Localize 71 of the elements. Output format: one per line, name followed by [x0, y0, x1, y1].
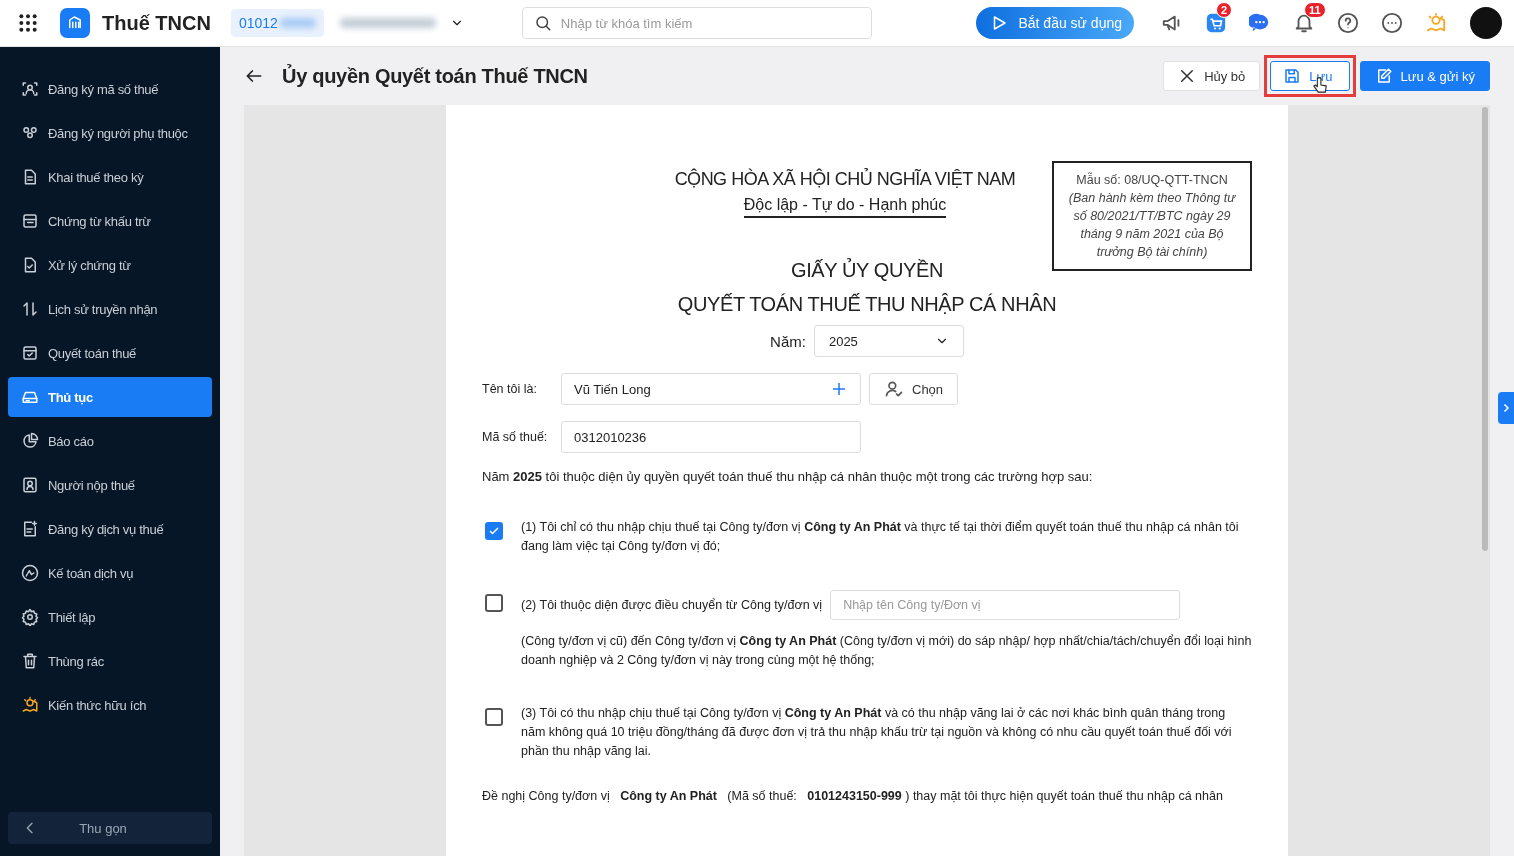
option-text: (2) Tôi thuộc diện được điều chuyển từ Công ty/đơn vị — [521, 596, 823, 614]
national-title: CỘNG HÒA XÃ HỘI CHỦ NGHĨA VIỆT NAM — [673, 169, 1017, 190]
bell-icon[interactable] — [1293, 12, 1315, 34]
document-list-icon — [21, 212, 39, 230]
trash-icon — [21, 652, 39, 670]
sidebar-item[interactable]: Người nộp thuế — [8, 465, 212, 505]
sidebar-item[interactable]: Quyết toán thuế — [8, 333, 212, 373]
field-label: Tên tôi là: — [482, 382, 538, 396]
person-card-icon — [21, 476, 39, 494]
search-icon — [533, 14, 552, 32]
lightbulb-book-icon — [21, 696, 39, 714]
collapse-button[interactable]: Thu gọn — [8, 812, 212, 844]
choose-button[interactable]: Chọn — [869, 373, 959, 405]
panel-toggle-button[interactable] — [1498, 392, 1514, 424]
sidebar-item[interactable]: Lịch sử truyền nhận — [8, 289, 212, 329]
more-icon[interactable] — [1381, 12, 1403, 34]
sidebar-item[interactable]: Kế toán dịch vụ — [8, 553, 212, 593]
calendar-check-icon — [21, 344, 39, 362]
company-field[interactable]: Nhập tên Công ty/Đơn vị — [830, 590, 1181, 620]
motto: Độc lập - Tự do - Hạnh phúc — [743, 196, 947, 218]
sidebar-item[interactable]: Báo cáo — [8, 421, 212, 461]
name-field[interactable]: Vũ Tiến Long — [561, 373, 861, 405]
year-label: Năm: — [770, 332, 806, 350]
form-note: (Ban hành kèm theo Thông tư số 80/2021/TT/BTC ngày 29 tháng 9 năm 2021 của Bộ trưởng Bộ tài chính) — [1067, 190, 1237, 261]
plus-icon[interactable] — [830, 380, 848, 398]
blurred-text-placeholder — [279, 18, 316, 28]
checkbox[interactable] — [485, 522, 503, 540]
sidebar-item[interactable]: Đăng ký dịch vụ thuế — [8, 509, 212, 549]
sidebar-item[interactable]: Thùng rác — [8, 641, 212, 681]
circle-chart-icon — [21, 564, 39, 582]
start-button[interactable]: Bắt đầu sử dụng — [976, 7, 1134, 39]
checkbox[interactable] — [485, 594, 503, 612]
intro-text: Năm 2025 tôi thuộc diện ủy quyền quyết toán thuế thu nhập cá nhân thuộc một trong các trường hợp sau: — [482, 469, 1094, 484]
sidebar-item[interactable]: Thủ tục — [8, 377, 212, 417]
sidebar-item[interactable]: Đăng ký mã số thuế — [8, 69, 212, 109]
sidebar-item[interactable]: Thiết lập — [8, 597, 212, 637]
person-scan-icon — [21, 80, 39, 98]
cancel-button[interactable]: Hủy bỏ — [1163, 61, 1261, 91]
sidebar-item[interactable]: Chứng từ khấu trừ — [8, 201, 212, 241]
page-title: Ủy quyền Quyết toán Thuế TNCN — [282, 64, 589, 88]
up-down-arrows-icon — [21, 300, 39, 318]
checkmark-icon — [488, 525, 500, 537]
year-select[interactable]: 2025 — [813, 325, 964, 357]
search-field[interactable]: Nhập từ khóa tìm kiếm — [521, 7, 872, 39]
count-badge: 11 — [1304, 2, 1326, 18]
primary-button[interactable]: Lưu & gửi ký — [1359, 61, 1490, 91]
form-code: Mẫu số: 08/UQ-QTT-TNCN — [1075, 171, 1229, 189]
help-icon[interactable] — [1337, 12, 1359, 34]
sidebar-item[interactable]: Kiến thức hữu ích — [8, 685, 212, 725]
sidebar-item[interactable]: Khai thuế theo kỳ — [8, 157, 212, 197]
field-label: Mã số thuế: — [482, 430, 549, 444]
request-text: Đề nghị Công ty/đơn vị Công ty An Phát (Mã số thuế: 0101243150-999 ) thay mặt tôi thực hiện quyết toán thuế thu nhập cá nhân — [482, 789, 1224, 803]
option-text: (1) Tôi chỉ có thu nhập chịu thuế tại Công ty/đơn vị Công ty An Phát và thực tế tại thời điểm quyết toán thuế thu nhập cá nhân tôi đang làm việc tại Công ty/đơn vị đó; — [521, 519, 1240, 555]
count-badge: 2 — [1216, 2, 1233, 18]
checkbox[interactable] — [485, 708, 503, 726]
app-title: Thuế TNCN — [102, 11, 211, 35]
document-title: QUYẾT TOÁN THUẾ THU NHẬP CÁ NHÂN — [676, 292, 1058, 317]
person-check-icon — [884, 379, 904, 399]
cart-icon[interactable] — [1205, 12, 1227, 34]
chat-bubble-icon[interactable] — [1249, 12, 1271, 34]
sidebar-item[interactable]: Đăng ký người phụ thuộc — [8, 113, 212, 153]
pie-chart-icon — [21, 432, 39, 450]
option-text: (3) Tôi có thu nhập chịu thuế tại Công ty/đơn vị Công ty An Phát và có thu nhập vãng lai ở các nơi khác bình quân tháng trong năm không quá 10 triệu đồng/tháng đã được đơn vị trả thu nhập khấu trừ tại nguồn và không có nhu cầu quyết toán thuế đối với phần thu nhập vãng lai. — [521, 705, 1233, 760]
sidebar-item[interactable]: Xử lý chứng từ — [8, 245, 212, 285]
avatar[interactable] — [1470, 7, 1502, 39]
scrollbar[interactable] — [1482, 107, 1488, 551]
document-plus-icon — [21, 520, 39, 538]
grid-menu-icon[interactable] — [18, 13, 38, 33]
settings-icon — [21, 608, 39, 626]
tax-code-field[interactable]: 0312010236 — [561, 421, 861, 453]
option-text: (Công ty/đơn vị cũ) đến Công ty/đơn vị Công ty An Phát (Công ty/đơn vị mới) do sáp nhập/ hợp nhất/chia/tách/chuyển đổi loại hình doanh nghiệp và 2 Công ty/đơn vị này trong cùng một hệ thống; — [521, 633, 1252, 669]
